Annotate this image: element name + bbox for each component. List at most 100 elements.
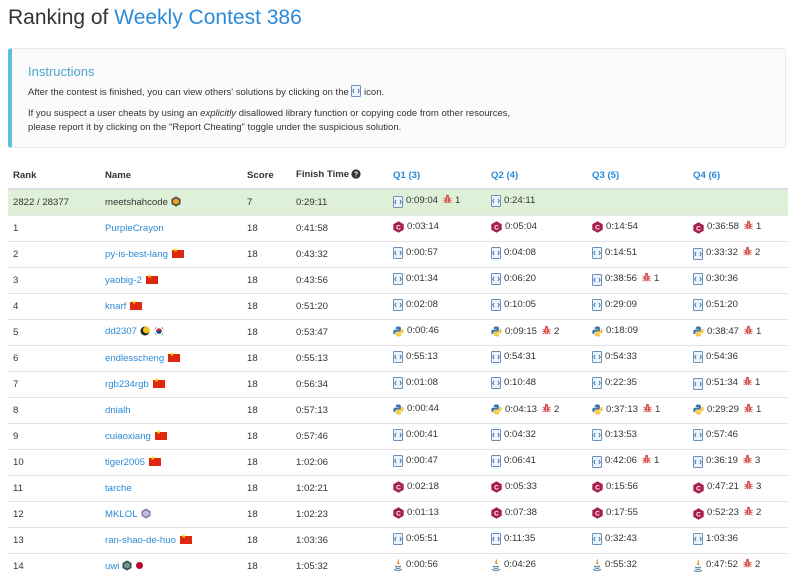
python-logo-icon[interactable] [393,326,404,337]
file-code-icon[interactable] [393,351,403,364]
header-q4-link[interactable]: Q4 (6) [688,162,788,190]
file-code-icon[interactable] [491,455,501,468]
q2-solution: C 0:05:04 [491,221,537,233]
page-title: Ranking of Weekly Contest 386 [8,6,302,30]
cpp-logo-icon[interactable]: C [592,221,603,233]
username-link[interactable]: PurpleCrayon [105,223,164,234]
q4-cell: 0:47:52 2 [688,553,788,579]
file-code-icon[interactable] [592,351,602,364]
file-code-icon[interactable] [491,429,501,442]
cpp-logo-icon[interactable]: C [693,482,704,494]
file-code-icon[interactable] [693,377,703,390]
file-code-icon[interactable] [491,377,501,390]
cpp-logo-icon[interactable]: C [491,221,502,233]
file-code-icon[interactable] [592,455,602,468]
username-link[interactable]: rgb234rgb [105,379,149,390]
python-logo-icon[interactable] [592,326,603,337]
file-code-icon[interactable] [592,377,602,390]
file-code-icon[interactable] [693,299,703,312]
name-cell: dd2307 [100,319,242,346]
cpp-logo-icon[interactable]: C [693,222,704,234]
q1-solution: 0:00:56 [393,559,438,572]
file-code-icon[interactable] [592,533,602,546]
rank-cell: 14 [8,553,100,579]
q3-cell [587,188,688,216]
username-link[interactable]: MKLOL [105,509,138,520]
cpp-logo-icon[interactable]: C [592,507,603,519]
file-code-icon[interactable] [393,533,403,546]
file-code-icon[interactable] [393,247,403,260]
cpp-logo-icon[interactable]: C [393,481,404,493]
file-code-icon[interactable] [491,351,501,364]
python-logo-icon[interactable] [393,404,404,415]
bug-icon [743,558,752,571]
username-link[interactable]: py-is-best-lang [105,249,168,260]
file-code-icon[interactable] [491,247,501,260]
file-code-icon[interactable] [491,299,501,312]
q2-cell: 0:09:15 2 [486,319,587,346]
file-code-icon[interactable] [693,533,703,546]
username-link[interactable]: tarche [105,483,132,494]
file-code-icon[interactable] [693,455,703,468]
q4-time: 0:51:34 [706,377,739,389]
file-code-icon[interactable] [393,273,403,286]
file-code-icon[interactable] [491,273,501,286]
q2-solution: 0:04:32 [491,429,536,442]
java-logo-icon[interactable] [693,559,703,572]
header-q3-link[interactable]: Q3 (5) [587,162,688,190]
header-q2-link[interactable]: Q2 (4) [486,162,587,190]
score-cell: 18 [242,371,291,398]
file-code-icon[interactable] [393,455,403,468]
username-link[interactable]: uwi [105,561,119,572]
file-code-icon[interactable] [592,429,602,442]
china-flag-icon [130,299,143,310]
file-code-icon[interactable] [491,533,501,546]
username-link[interactable]: cuiaoxiang [105,431,151,442]
q2-solution: 0:10:48 [491,377,536,390]
python-logo-icon[interactable] [491,404,502,415]
cpp-logo-icon[interactable]: C [393,507,404,519]
file-code-icon[interactable] [592,299,602,312]
username-link[interactable]: knarf [105,301,126,312]
cpp-logo-icon[interactable]: C [592,481,603,493]
instructions-line-2: If you suspect a user cheats by using an… [28,107,510,135]
username-link[interactable]: yaobig-2 [105,275,142,286]
file-code-icon[interactable] [693,247,703,260]
file-code-icon[interactable] [693,429,703,442]
file-code-icon[interactable] [393,195,403,208]
cpp-logo-icon[interactable]: C [693,508,704,520]
header-q1-link[interactable]: Q1 (3) [388,162,486,190]
file-code-icon[interactable] [592,273,602,286]
file-code-icon[interactable] [393,429,403,442]
username-link[interactable]: tiger2005 [105,457,145,468]
cpp-logo-icon[interactable]: C [393,221,404,233]
username-link[interactable]: dd2307 [105,326,137,337]
cpp-logo-icon[interactable]: C [491,507,502,519]
java-logo-icon[interactable] [393,559,403,572]
cpp-logo-icon[interactable]: C [491,481,502,493]
file-code-icon[interactable] [491,195,501,208]
table-row: 7 rgb234rgb 180:56:34 0:01:08 0:10:48 0:22:35… [8,371,788,398]
rank-cell: 5 [8,319,100,346]
python-logo-icon[interactable] [693,404,704,415]
username-link[interactable]: ran-shao-de-huo [105,535,176,546]
q4-solution: 0:47:52 2 [693,558,760,572]
file-code-icon[interactable] [592,247,602,260]
q1-cell: 0:55:13 [388,345,486,372]
username-link[interactable]: endlesscheng [105,353,164,364]
file-code-icon[interactable] [693,273,703,286]
q3-solution: C 0:15:56 [592,481,638,493]
q4-cell: 0:54:36 [688,345,788,372]
file-code-icon[interactable] [693,351,703,364]
python-logo-icon[interactable] [491,326,502,337]
java-logo-icon[interactable] [491,559,501,572]
file-code-icon[interactable] [393,299,403,312]
username-link[interactable]: dnialh [105,405,131,416]
rank-cell: 6 [8,345,100,372]
java-logo-icon[interactable] [592,559,602,572]
python-logo-icon[interactable] [592,404,603,415]
python-logo-icon[interactable] [693,326,704,337]
contest-name-link[interactable]: Weekly Contest 386 [114,6,302,29]
file-code-icon[interactable] [393,377,403,390]
question-circle-icon[interactable]: ? [351,168,361,182]
